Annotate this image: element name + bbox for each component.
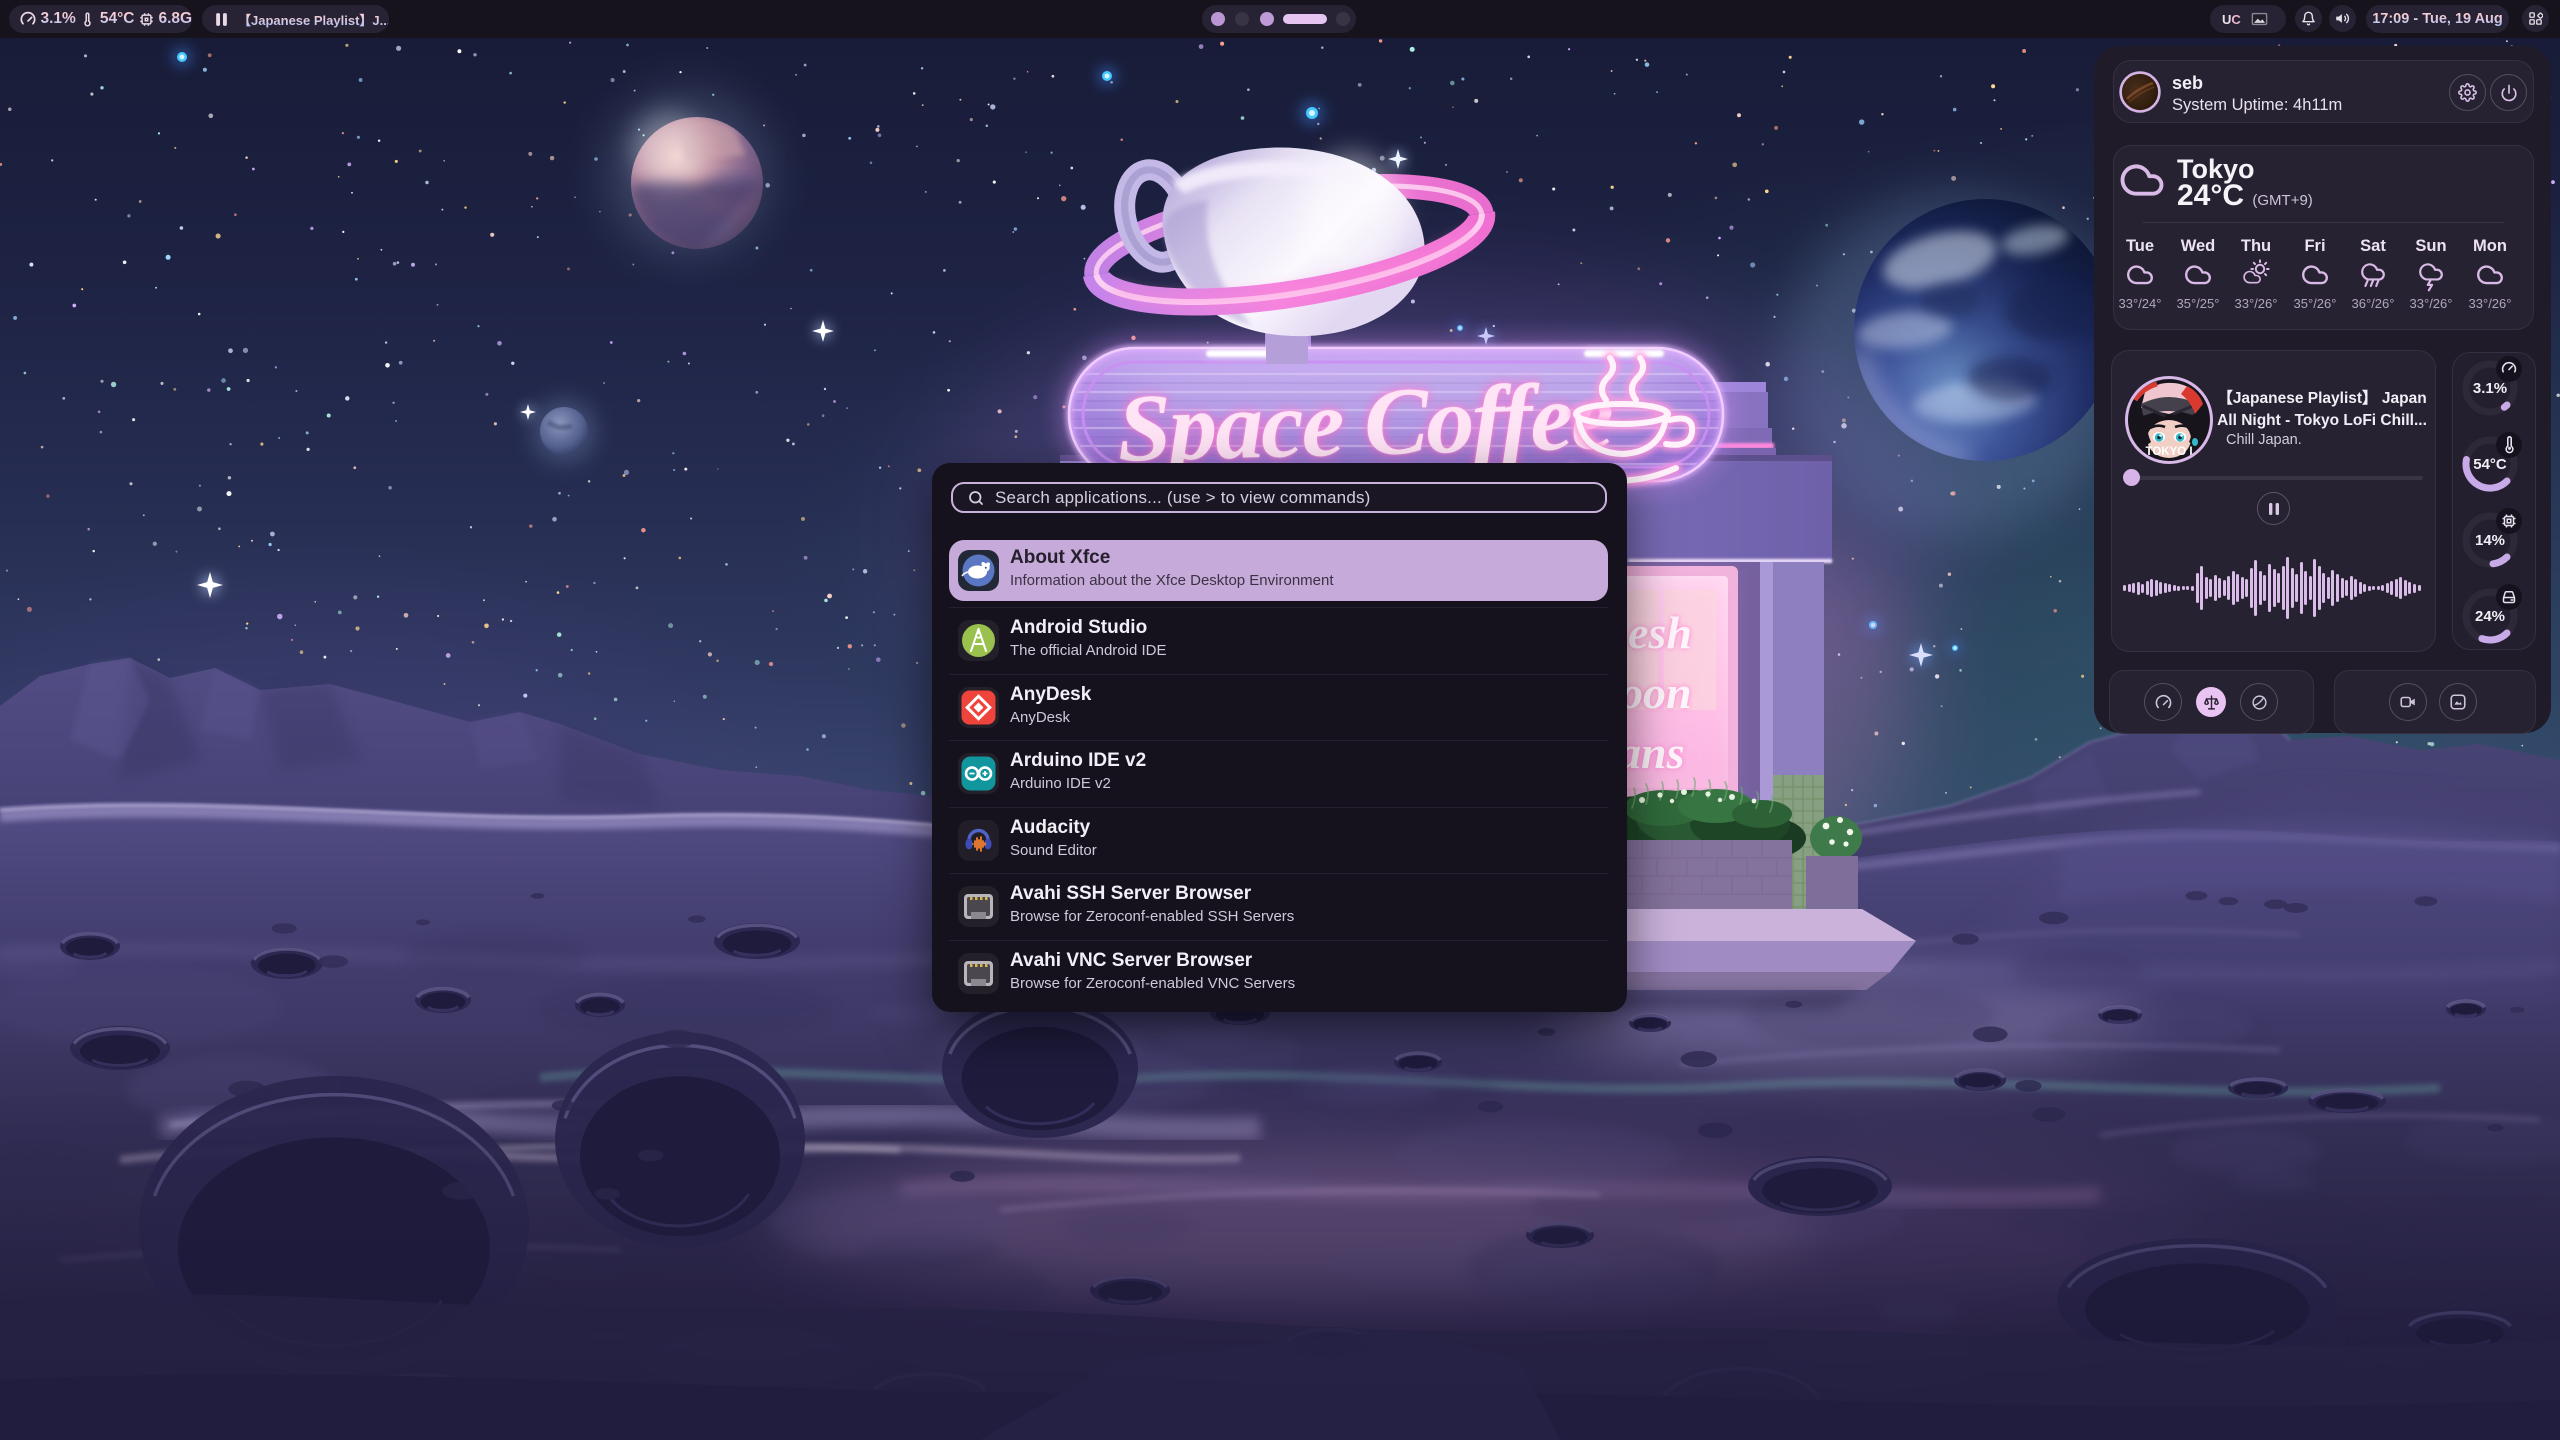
- svg-text:esh: esh: [1628, 607, 1692, 658]
- svg-text:oon: oon: [1620, 667, 1692, 718]
- svg-text:ans: ans: [1618, 727, 1684, 778]
